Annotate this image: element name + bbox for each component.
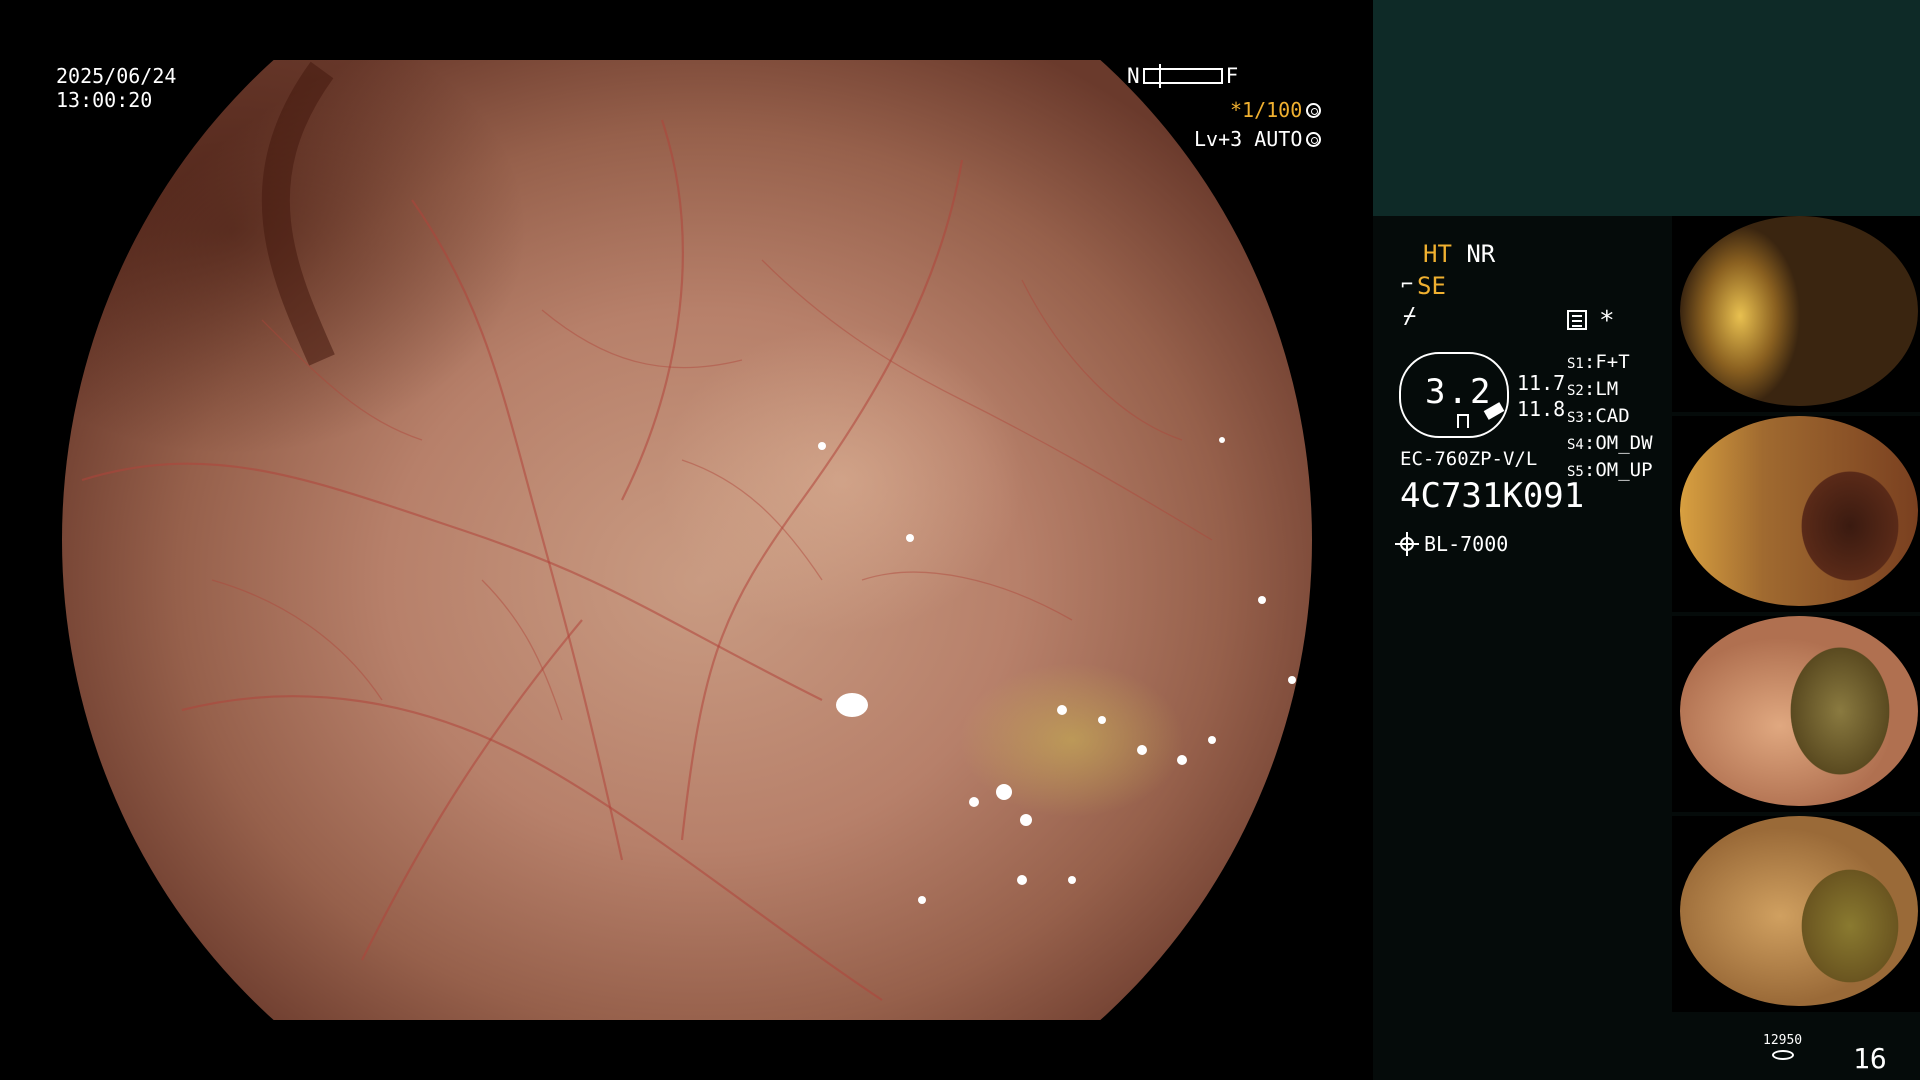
enhancement-modes: HT NR bbox=[1423, 240, 1495, 268]
switch-row: S2:LM bbox=[1567, 378, 1619, 400]
star-label: * bbox=[1599, 306, 1615, 336]
numeric-readouts: 11.7 11.8 bbox=[1517, 370, 1565, 422]
endoscope-view: 2025/06/24 13:00:20 N F *1/100 Lv+3 AUTO bbox=[0, 0, 1373, 1080]
image-count: 16 bbox=[1853, 1042, 1887, 1075]
date-time: 2025/06/24 13:00:20 bbox=[56, 64, 176, 112]
thumbnail[interactable] bbox=[1672, 416, 1920, 612]
thumbnail[interactable] bbox=[1672, 816, 1920, 1012]
structure-enhancement: ⌐ SE bbox=[1401, 272, 1446, 300]
iris-icon bbox=[1306, 131, 1322, 147]
shutter-label: *1/100 bbox=[1230, 98, 1303, 122]
freeze-icon: ⌿ bbox=[1403, 304, 1417, 329]
light-source: BL-7000 bbox=[1395, 532, 1509, 556]
scope-model: EC-760ZP-V/L bbox=[1400, 448, 1538, 470]
bracket-icon bbox=[1457, 414, 1469, 428]
far-label: F bbox=[1225, 64, 1239, 88]
scope-switches: S1:F+T S2:LM S3:CAD S4:OM_DW S5:OM_UP bbox=[1567, 350, 1653, 485]
storage-value: 12950 bbox=[1763, 1033, 1803, 1048]
focus-bar bbox=[1142, 64, 1223, 88]
thumbnail-image bbox=[1680, 616, 1918, 806]
readout-1: 11.7 bbox=[1517, 371, 1566, 395]
readout-2: 11.8 bbox=[1517, 397, 1566, 421]
mucosa-vessels bbox=[81, 61, 1296, 1001]
side-panel: HT NR ⌐ SE ⌿ * 3.2 11.7 11.8 S1:F+T S2:L… bbox=[1373, 0, 1920, 1080]
scope-serial: 4C731K091 bbox=[1400, 476, 1585, 516]
se-icon: ⌐ bbox=[1401, 272, 1414, 296]
near-far-gauge: N F bbox=[1127, 64, 1238, 88]
thumbnail[interactable] bbox=[1672, 616, 1920, 812]
se-label: SE bbox=[1417, 272, 1446, 300]
captured-thumbnails bbox=[1672, 216, 1920, 1016]
side-panel-header bbox=[1373, 0, 1920, 216]
disk-icon bbox=[1771, 1050, 1794, 1060]
light-source-label: BL-7000 bbox=[1424, 532, 1509, 556]
switch-row: S3:CAD bbox=[1567, 405, 1630, 427]
zoom-indicator: 3.2 bbox=[1399, 352, 1509, 438]
thumbnail-image bbox=[1680, 816, 1918, 1006]
time-label: 13:00:20 bbox=[56, 88, 153, 112]
thumbnail[interactable] bbox=[1672, 216, 1920, 412]
shutter-icon bbox=[1306, 102, 1322, 118]
scope-info: HT NR ⌐ SE ⌿ * 3.2 11.7 11.8 S1:F+T S2:L… bbox=[1373, 216, 1673, 1080]
switch-row: S4:OM_DW bbox=[1567, 432, 1653, 454]
date-label: 2025/06/24 bbox=[56, 64, 177, 88]
endoscopic-image bbox=[62, 60, 1312, 1020]
menu-icon bbox=[1567, 310, 1587, 330]
iris-mode: Lv+3 AUTO bbox=[1194, 127, 1322, 151]
thumbnail-image bbox=[1680, 216, 1918, 406]
switch-row: S1:F+T bbox=[1567, 351, 1630, 373]
near-label: N bbox=[1127, 64, 1140, 88]
storage-indicator: 12950 bbox=[1763, 1033, 1802, 1060]
ht-label: HT bbox=[1423, 240, 1452, 268]
light-icon bbox=[1395, 532, 1419, 556]
shutter-speed: *1/100 bbox=[1230, 98, 1322, 122]
iris-label: Lv+3 AUTO bbox=[1194, 127, 1303, 151]
nr-label: NR bbox=[1466, 240, 1496, 268]
thumbnail-image bbox=[1680, 416, 1918, 606]
zoom-value: 3.2 bbox=[1425, 372, 1493, 412]
